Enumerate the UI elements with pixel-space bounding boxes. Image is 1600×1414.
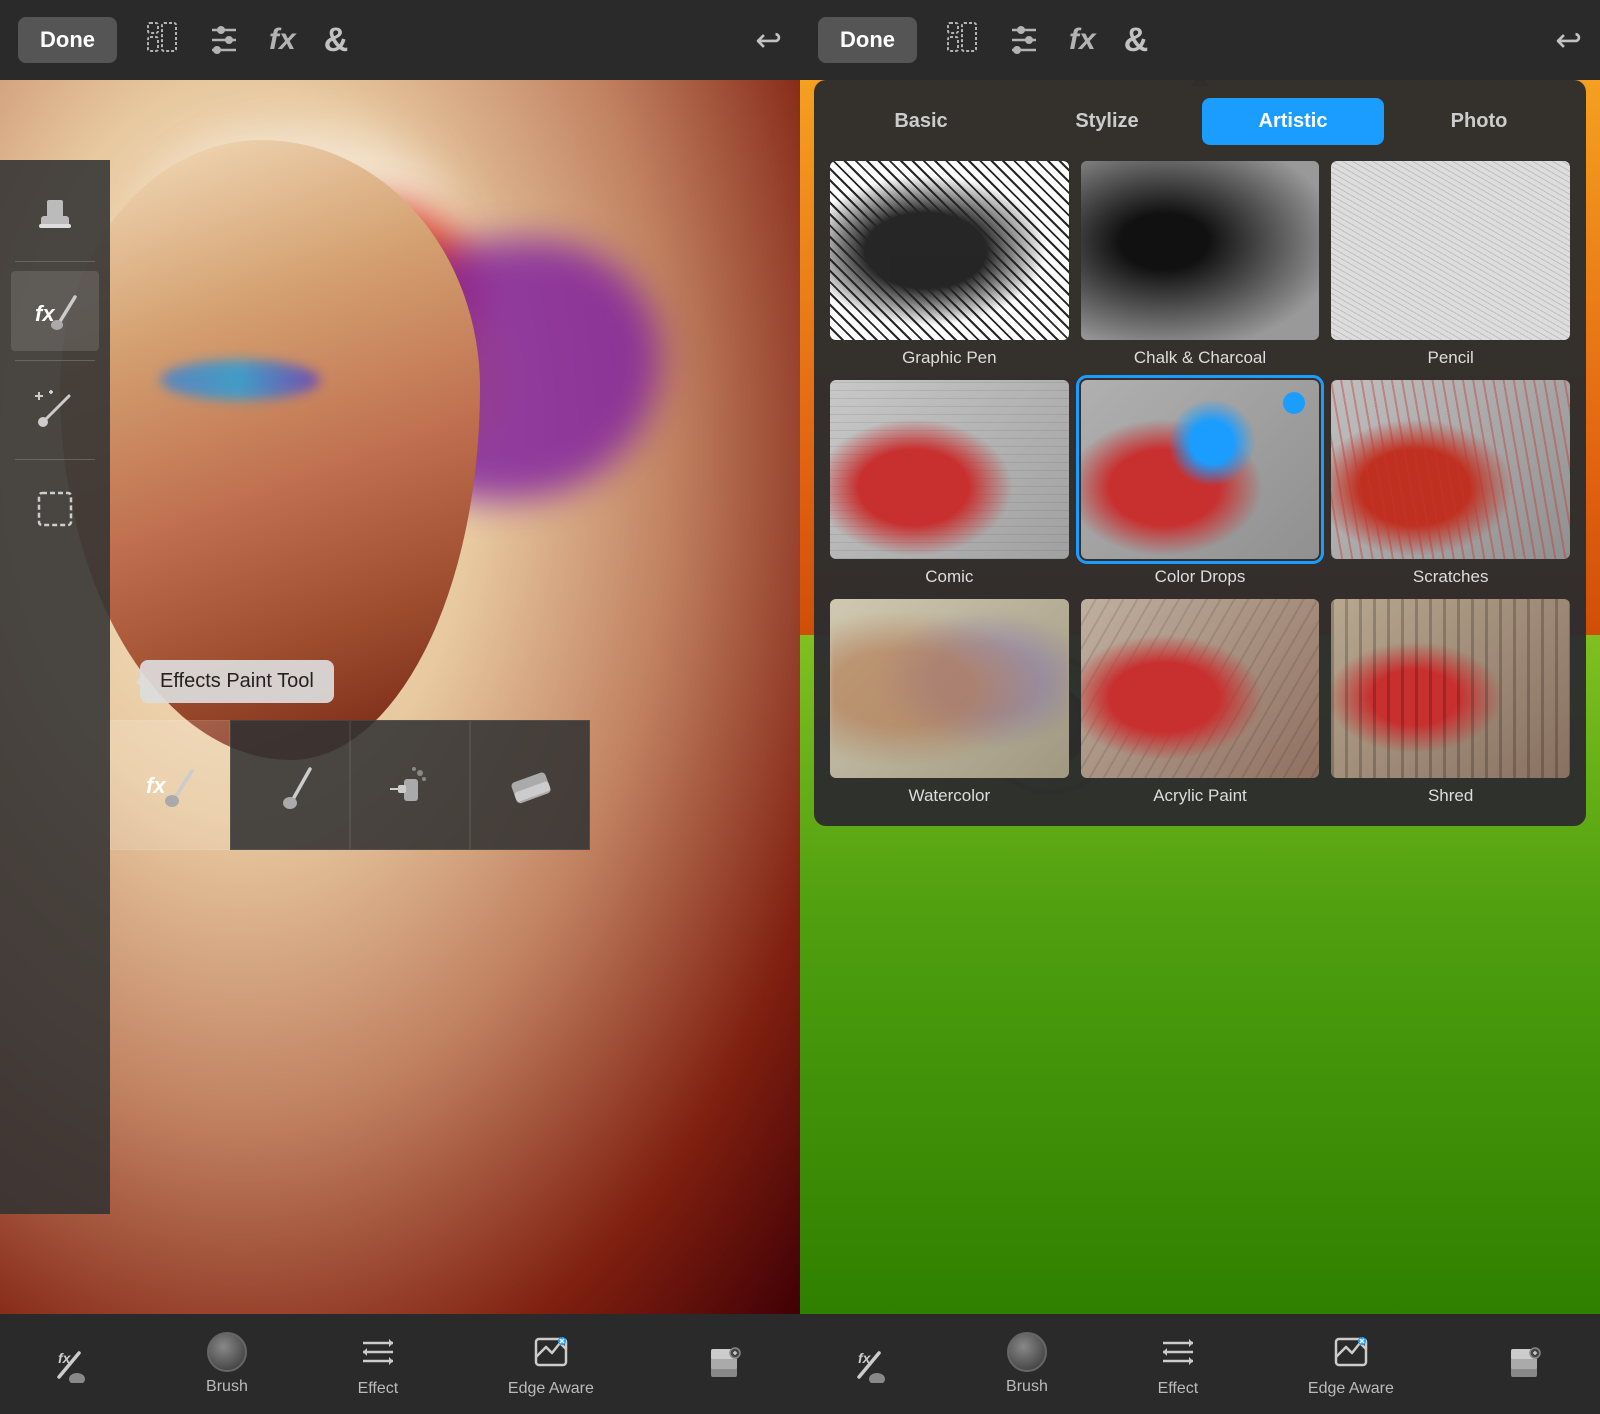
selection-icon[interactable] [145, 20, 179, 61]
left-done-button[interactable]: Done [18, 17, 117, 63]
stamp-tool[interactable] [11, 172, 99, 252]
effects-paint-tooltip: Effects Paint Tool [140, 660, 334, 703]
filter-pencil-thumb [1331, 161, 1570, 340]
bottom-brush-label: Brush [206, 1378, 248, 1396]
right-toolbar: Done fx & ↩ [800, 0, 1600, 80]
bottom-brush-tool[interactable]: Brush [206, 1332, 248, 1396]
fx-brush-tool[interactable]: fx [11, 271, 99, 351]
left-toolbar: Done fx & ↩ [0, 0, 800, 80]
tab-basic[interactable]: Basic [830, 98, 1012, 145]
spray-sub-tool[interactable] [350, 720, 470, 850]
right-bottom-fx-tool[interactable]: fx [854, 1342, 898, 1386]
filter-graphic-pen-thumb [830, 161, 1069, 340]
filter-acrylic-paint-label: Acrylic Paint [1153, 786, 1247, 806]
filter-shred-thumb [1331, 599, 1570, 778]
bottom-effect-icon [356, 1330, 400, 1374]
right-photo-area: Basic Stylize Artistic Photo Graphic Pen… [800, 80, 1600, 1314]
tab-artistic[interactable]: Artistic [1202, 98, 1384, 145]
fx-paint-sub-tool[interactable]: fx [110, 720, 230, 850]
right-bottom-edge-aware-icon [1329, 1330, 1373, 1374]
filter-pencil[interactable]: Pencil [1331, 161, 1570, 368]
bottom-layers-tool[interactable] [702, 1342, 746, 1386]
left-bottom-bar: fx Brush Effect [0, 1314, 800, 1414]
filter-comic[interactable]: Comic [830, 380, 1069, 587]
right-bottom-brush-tool[interactable]: Brush [1006, 1332, 1048, 1396]
magic-wand-tool[interactable] [11, 370, 99, 450]
filter-color-drops-thumb [1081, 380, 1320, 559]
left-panel: Done fx & ↩ [0, 0, 800, 1414]
filter-scratches-label: Scratches [1413, 567, 1489, 587]
filter-chalk-charcoal-thumb [1081, 161, 1320, 340]
left-side-toolbar: fx [0, 160, 110, 1214]
right-panel: Done fx & ↩ [800, 0, 1600, 1414]
filter-shred[interactable]: Shred [1331, 599, 1570, 806]
bottom-edge-aware-tool[interactable]: Edge Aware [508, 1330, 594, 1398]
right-bottom-effect-tool[interactable]: Effect [1156, 1330, 1200, 1398]
right-done-button[interactable]: Done [818, 17, 917, 63]
bottom-effect-tool[interactable]: Effect [356, 1330, 400, 1398]
divider-3 [15, 459, 95, 460]
filter-shred-label: Shred [1428, 786, 1473, 806]
filter-watercolor-thumb [830, 599, 1069, 778]
filter-acrylic-paint[interactable]: Acrylic Paint [1081, 599, 1320, 806]
filter-tabs: Basic Stylize Artistic Photo [830, 98, 1570, 145]
right-bottom-brush-icon [1007, 1332, 1047, 1372]
filter-panel: Basic Stylize Artistic Photo Graphic Pen… [814, 80, 1586, 826]
right-undo-icon[interactable]: ↩ [1555, 21, 1582, 59]
eraser-sub-tool[interactable] [470, 720, 590, 850]
filter-graphic-pen[interactable]: Graphic Pen [830, 161, 1069, 368]
svg-text:fx: fx [858, 1350, 872, 1366]
right-blend-icon[interactable]: & [1124, 21, 1149, 60]
right-bottom-edge-aware-label: Edge Aware [1308, 1380, 1394, 1398]
divider-1 [15, 261, 95, 262]
bottom-edge-aware-icon [529, 1330, 573, 1374]
filter-color-drops[interactable]: Color Drops [1081, 380, 1320, 587]
left-photo-area: Effects Paint Tool fx [0, 80, 800, 1314]
bottom-fx-icon: fx [54, 1342, 98, 1386]
filter-pencil-label: Pencil [1428, 348, 1474, 368]
undo-icon[interactable]: ↩ [755, 21, 782, 59]
filter-watercolor[interactable]: Watercolor [830, 599, 1069, 806]
right-bottom-edge-aware-tool[interactable]: Edge Aware [1308, 1330, 1394, 1398]
right-bottom-effect-label: Effect [1158, 1380, 1199, 1398]
right-bottom-fx-icon: fx [854, 1342, 898, 1386]
filter-chalk-charcoal-label: Chalk & Charcoal [1134, 348, 1266, 368]
filter-graphic-pen-label: Graphic Pen [902, 348, 997, 368]
filter-watercolor-label: Watercolor [909, 786, 991, 806]
right-adjust-icon[interactable] [1007, 20, 1041, 61]
filter-comic-thumb [830, 380, 1069, 559]
svg-text:fx: fx [146, 773, 166, 798]
tab-photo[interactable]: Photo [1388, 98, 1570, 145]
svg-text:fx: fx [58, 1350, 72, 1366]
right-bottom-layers-icon [1502, 1342, 1546, 1386]
filter-grid: Graphic Pen Chalk & Charcoal Pencil Comi… [830, 161, 1570, 806]
tab-stylize[interactable]: Stylize [1016, 98, 1198, 145]
filter-chalk-charcoal[interactable]: Chalk & Charcoal [1081, 161, 1320, 368]
filter-comic-label: Comic [925, 567, 973, 587]
filter-acrylic-paint-thumb [1081, 599, 1320, 778]
fx-text-icon[interactable]: fx [269, 23, 296, 57]
filter-color-drops-label: Color Drops [1155, 567, 1246, 587]
bottom-layers-icon [702, 1342, 746, 1386]
eye-shadow [160, 360, 320, 400]
blend-icon[interactable]: & [324, 21, 349, 60]
right-bottom-effect-icon [1156, 1330, 1200, 1374]
right-fx-icon[interactable]: fx [1069, 23, 1096, 57]
sub-tools-row: fx [110, 720, 590, 850]
adjust-icon[interactable] [207, 20, 241, 61]
right-bottom-layers-tool[interactable] [1502, 1342, 1546, 1386]
filter-scratches[interactable]: Scratches [1331, 380, 1570, 587]
brush-sub-tool[interactable] [230, 720, 350, 850]
right-bottom-bar: fx Brush Effect [800, 1314, 1600, 1414]
bottom-edge-aware-label: Edge Aware [508, 1380, 594, 1398]
bottom-brush-icon [207, 1332, 247, 1372]
right-selection-icon[interactable] [945, 20, 979, 61]
selection-tool[interactable] [11, 469, 99, 549]
bottom-fx-tool[interactable]: fx [54, 1342, 98, 1386]
divider-2 [15, 360, 95, 361]
filter-scratches-thumb [1331, 380, 1570, 559]
right-bottom-brush-label: Brush [1006, 1378, 1048, 1396]
bottom-effect-label: Effect [358, 1380, 399, 1398]
selected-indicator [1283, 392, 1305, 414]
